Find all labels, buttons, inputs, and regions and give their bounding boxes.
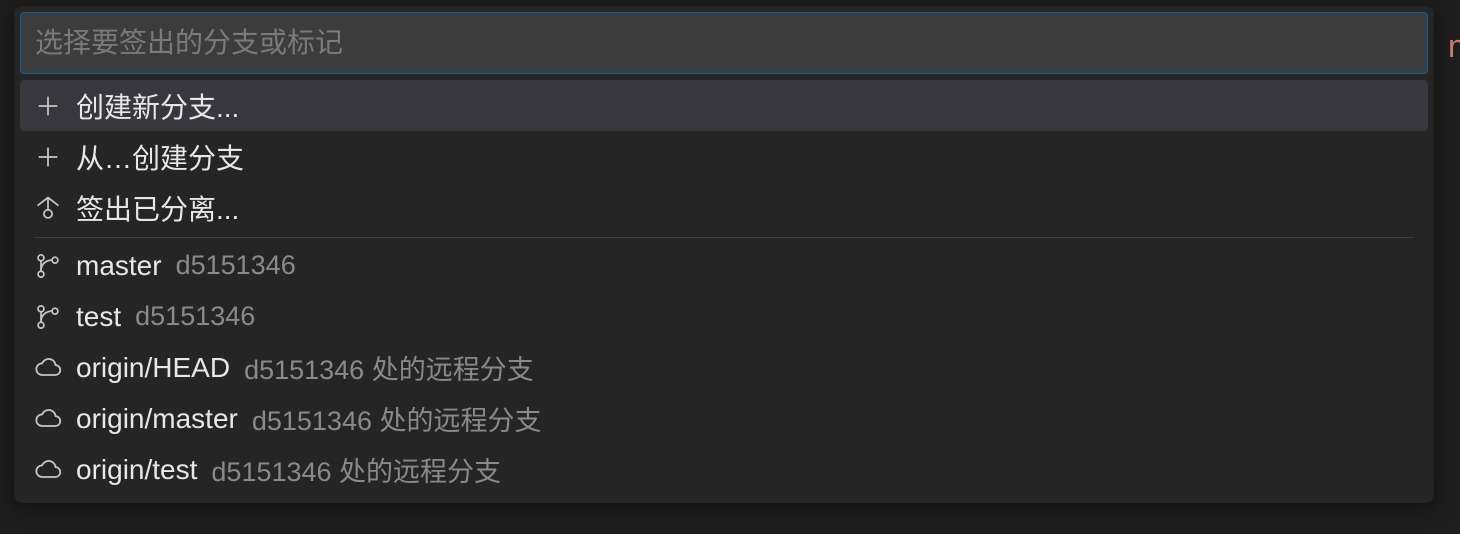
branch-name: origin/test	[76, 454, 197, 486]
branch-name: origin/HEAD	[76, 352, 230, 384]
action-checkout-detached[interactable]: 签出已分离...	[20, 182, 1428, 233]
quick-pick-list: 创建新分支... 从…创建分支 签出已分离... master d5151346	[14, 78, 1434, 503]
branch-search-input[interactable]	[20, 12, 1428, 74]
input-wrapper	[14, 6, 1434, 78]
quick-pick-panel: 创建新分支... 从…创建分支 签出已分离... master d5151346	[14, 6, 1434, 503]
branch-name: master	[76, 250, 162, 282]
action-create-branch-from[interactable]: 从…创建分支	[20, 131, 1428, 182]
plus-icon	[34, 92, 62, 120]
branch-item-test[interactable]: test d5151346	[20, 291, 1428, 342]
branch-desc: d5151346	[135, 301, 255, 332]
cloud-icon	[34, 405, 62, 433]
branch-name: origin/master	[76, 403, 238, 435]
branch-desc: d5151346 处的远程分支	[252, 399, 542, 438]
branch-desc: d5151346 处的远程分支	[244, 348, 534, 387]
branch-desc: d5151346	[176, 250, 296, 281]
cloud-icon	[34, 456, 62, 484]
list-separator	[34, 237, 1414, 238]
branch-item-master[interactable]: master d5151346	[20, 240, 1428, 291]
tag-icon	[34, 194, 62, 222]
branch-icon	[34, 252, 62, 280]
action-label: 从…创建分支	[76, 137, 244, 177]
branch-icon	[34, 303, 62, 331]
background-text-fragment: n	[1448, 28, 1460, 65]
plus-icon	[34, 143, 62, 171]
remote-item-origin-head[interactable]: origin/HEAD d5151346 处的远程分支	[20, 342, 1428, 393]
remote-item-origin-test[interactable]: origin/test d5151346 处的远程分支	[20, 444, 1428, 495]
cloud-icon	[34, 354, 62, 382]
action-label: 签出已分离...	[76, 188, 239, 228]
action-label: 创建新分支...	[76, 86, 239, 126]
remote-item-origin-master[interactable]: origin/master d5151346 处的远程分支	[20, 393, 1428, 444]
branch-name: test	[76, 301, 121, 333]
branch-desc: d5151346 处的远程分支	[211, 450, 501, 489]
action-create-branch[interactable]: 创建新分支...	[20, 80, 1428, 131]
